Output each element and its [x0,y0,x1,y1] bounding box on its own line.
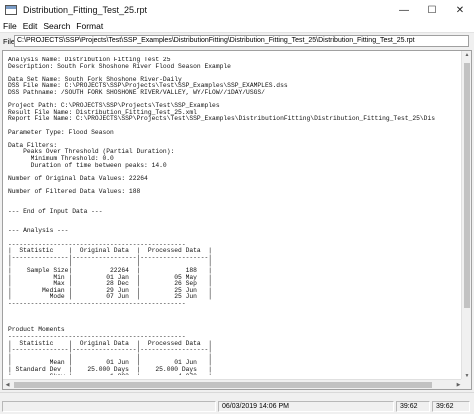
report-line: --- End of Input Data --- [8,207,103,215]
menu-bar: File Edit Search Format [0,20,474,33]
status-cell-message [2,401,216,412]
file-path-field[interactable]: C:\PROJECTS\SSP\Projects\Test\SSP_Exampl… [14,35,469,47]
report-line: DSS Pathname: /SOUTH FORK SHOSHONE RIVER… [8,88,265,96]
report-line: Report File Name: C:\PROJECTS\SSP\Projec… [8,115,435,123]
menu-edit[interactable]: Edit [20,20,41,33]
report-line: Duration of time between peaks: 14.0 [8,161,167,169]
report-line [8,308,460,315]
report-line [8,136,460,143]
report-content[interactable]: Analysis Name: Distribution Fitting Test… [8,57,460,375]
report-line: Number of Original Data Values: 22264 [8,174,148,182]
report-line: Number of Filtered Data Values: 188 [8,187,141,195]
report-line [8,195,460,202]
minimize-button[interactable]: — [390,0,418,20]
report-text-area[interactable]: Analysis Name: Distribution Fitting Test… [2,50,472,390]
status-cell-position-2: 39:62 [432,401,470,412]
vertical-scrollbar[interactable]: ▲ ▼ [461,51,471,381]
horizontal-scroll-thumb[interactable] [14,382,432,388]
report-line: Description: South Fork Shoshone River F… [8,62,231,70]
scroll-up-arrow-icon[interactable]: ▲ [462,51,471,60]
vertical-scroll-thumb[interactable] [464,63,470,308]
title-bar: Distribution_Fitting_Test_25.rpt — ☐ ✕ [0,0,474,20]
report-line [8,222,460,229]
report-line [8,321,460,328]
scrollbar-corner [461,379,471,389]
maximize-button[interactable]: ☐ [418,0,446,20]
window-controls: — ☐ ✕ [390,0,474,20]
window-title: Distribution_Fitting_Test_25.rpt [23,5,148,15]
report-line: ----------------------------------------… [8,299,186,307]
report-line [8,215,460,222]
menu-file[interactable]: File [0,20,20,33]
report-line [8,314,460,321]
horizontal-scrollbar[interactable]: ◀ ▶ [3,379,463,389]
notepad-app-icon [5,5,17,15]
menu-search[interactable]: Search [40,20,73,33]
scroll-left-arrow-icon[interactable]: ◀ [3,380,12,389]
menu-format[interactable]: Format [73,20,106,33]
status-cell-datetime: 06/03/2019 14:06 PM [218,401,394,412]
status-cell-position: 39:62 [396,401,430,412]
report-line: Parameter Type: Flood Season [8,128,114,136]
status-bar: 06/03/2019 14:06 PM 39:62 39:62 [0,392,474,414]
file-path-bar: File: C:\PROJECTS\SSP\Projects\Test\SSP_… [0,34,474,48]
report-line: --- Analysis --- [8,227,69,235]
close-button[interactable]: ✕ [446,0,474,20]
report-line: | Skew | 1.893 | 4.070 | [8,373,460,375]
